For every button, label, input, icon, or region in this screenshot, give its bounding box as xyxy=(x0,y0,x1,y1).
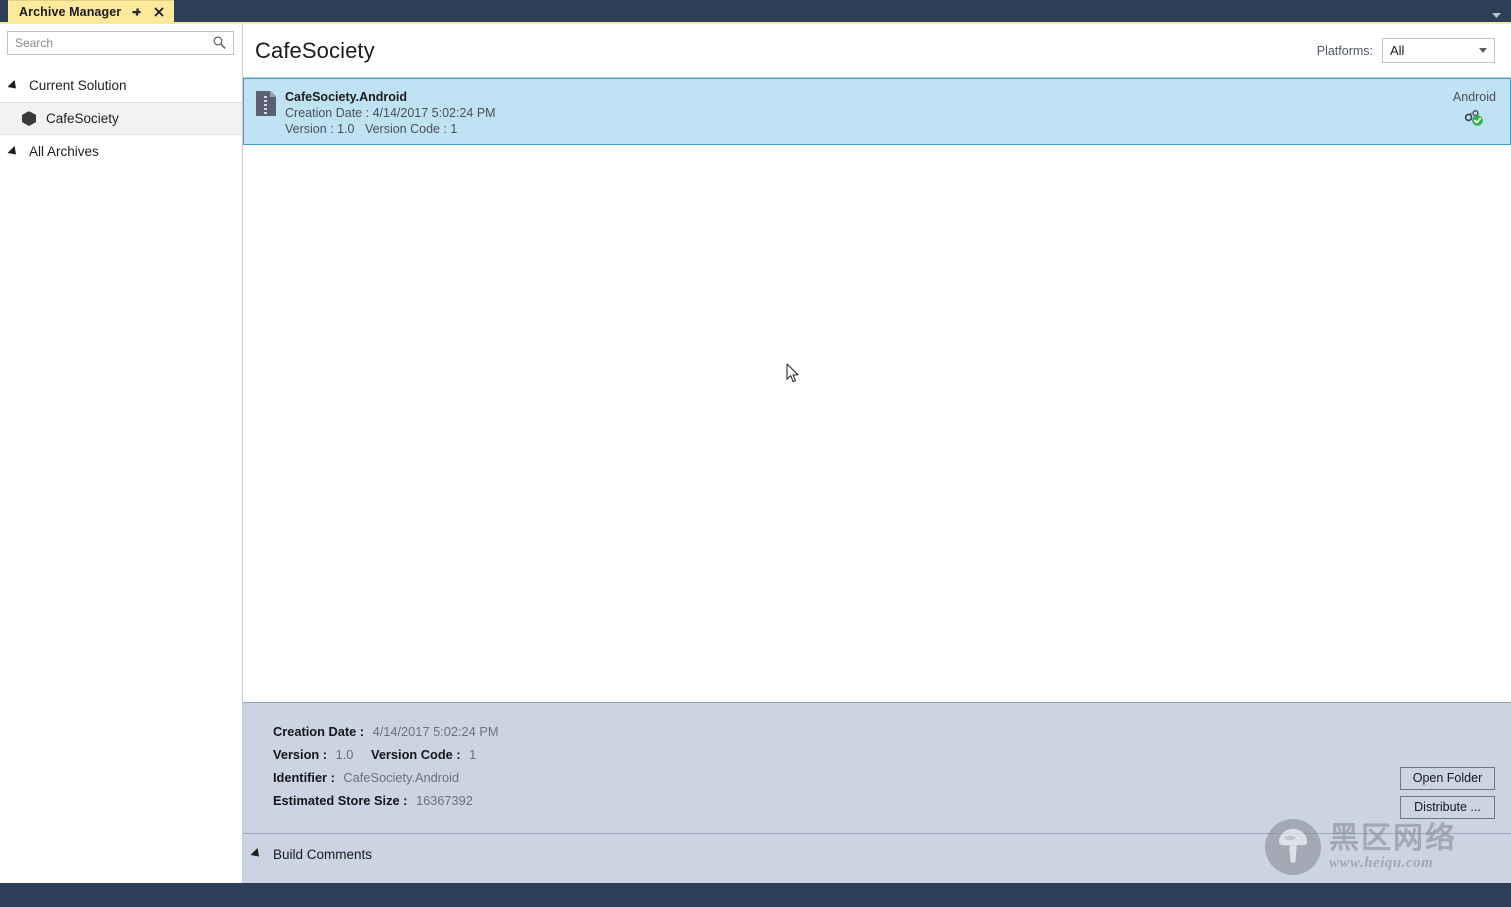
detail-label: Identifier : xyxy=(273,770,335,785)
tab-label: Archive Manager xyxy=(19,5,122,19)
version-code-label: Version Code : xyxy=(364,122,447,136)
search-box[interactable] xyxy=(7,31,234,55)
version-label: Version : xyxy=(285,122,334,136)
archive-item-platform-block: Android xyxy=(1453,89,1496,127)
pin-icon[interactable] xyxy=(130,6,143,19)
detail-value: 4/14/2017 5:02:24 PM xyxy=(372,724,499,739)
detail-row-version: Version : 1.0 Version Code : 1 xyxy=(273,743,1400,766)
build-comments-label: Build Comments xyxy=(273,847,373,862)
search-icon[interactable] xyxy=(212,35,227,50)
archive-tree: Current Solution CafeSociety All Archive… xyxy=(0,69,242,168)
sidebar-item-current-solution[interactable]: Current Solution xyxy=(0,69,242,102)
archive-list: CafeSociety.Android Creation Date : 4/14… xyxy=(243,77,1511,702)
document-tab-strip: Archive Manager xyxy=(0,0,1511,24)
detail-label-version-code: Version Code : xyxy=(370,747,461,762)
detail-value: CafeSociety.Android xyxy=(343,770,460,785)
detail-row-identifier: Identifier : CafeSociety.Android xyxy=(273,766,1400,789)
platform-filter: Platforms: All xyxy=(1317,38,1495,63)
version-code-value: 1 xyxy=(450,122,458,136)
page-title: CafeSociety xyxy=(255,37,375,63)
window-body: Current Solution CafeSociety All Archive… xyxy=(0,24,1511,883)
sidebar-item-label: CafeSociety xyxy=(46,111,119,126)
detail-label: Estimated Store Size : xyxy=(273,793,408,808)
detail-label: Version : xyxy=(273,747,328,762)
sidebar-item-all-archives[interactable]: All Archives xyxy=(0,135,242,168)
close-icon[interactable] xyxy=(152,6,165,19)
archive-item-text: CafeSociety.Android Creation Date : 4/14… xyxy=(285,89,1441,137)
build-success-icon xyxy=(1464,109,1484,127)
detail-value: 1.0 xyxy=(335,747,354,762)
hexagon-project-icon xyxy=(22,111,36,126)
search-input[interactable] xyxy=(8,32,233,54)
detail-rows: Creation Date : 4/14/2017 5:02:24 PM Ver… xyxy=(273,720,1400,833)
archive-item-version-line: Version : 1.0 Version Code : 1 xyxy=(285,121,1441,137)
detail-value: 16367392 xyxy=(415,793,473,808)
archive-manager-window: Archive Manager Search Current Solution … xyxy=(0,0,1511,907)
detail-label: Creation Date : xyxy=(273,724,365,739)
archive-item-name: CafeSociety.Android xyxy=(285,90,408,104)
platforms-label: Platforms: xyxy=(1316,43,1373,58)
sidebar-item-label: All Archives xyxy=(29,144,99,159)
creation-date-label: Creation Date : xyxy=(285,106,370,120)
detail-row-creation-date: Creation Date : 4/14/2017 5:02:24 PM xyxy=(273,720,1400,743)
detail-value-version-code: 1 xyxy=(469,747,477,762)
archive-details-pane: Creation Date : 4/14/2017 5:02:24 PM Ver… xyxy=(243,702,1511,833)
distribute-button[interactable]: Distribute ... xyxy=(1400,796,1495,819)
archive-item-creation-date: Creation Date : 4/14/2017 5:02:24 PM xyxy=(285,105,1441,121)
content-header: CafeSociety Platforms: All xyxy=(243,24,1511,77)
detail-row-store-size: Estimated Store Size : 16367392 xyxy=(273,789,1400,812)
content-pane: CafeSociety Platforms: All CafeSociety.A… xyxy=(243,24,1511,883)
tab-archive-manager[interactable]: Archive Manager xyxy=(8,0,175,23)
platforms-selected-value: All xyxy=(1390,43,1405,58)
platforms-dropdown[interactable]: All xyxy=(1382,38,1495,63)
build-comments-section[interactable]: Build Comments xyxy=(243,833,1511,883)
window-bottom-strip xyxy=(0,883,1511,907)
triangle-expanded-icon[interactable] xyxy=(7,79,20,92)
sidebar-item-label: Current Solution xyxy=(29,78,127,93)
detail-actions: Open Folder Distribute ... xyxy=(1400,767,1495,833)
open-folder-button[interactable]: Open Folder xyxy=(1400,767,1495,790)
chevron-down-icon[interactable] xyxy=(1479,48,1487,53)
creation-date-value: 4/14/2017 5:02:24 PM xyxy=(372,106,496,120)
version-value: 1.0 xyxy=(337,122,355,136)
sidebar-item-cafesociety[interactable]: CafeSociety xyxy=(0,102,242,135)
sidebar: Current Solution CafeSociety All Archive… xyxy=(0,24,243,883)
triangle-expanded-icon[interactable] xyxy=(7,145,20,158)
triangle-expanded-icon[interactable] xyxy=(250,847,263,861)
archive-item-platform: Android xyxy=(1452,90,1496,104)
archive-list-item[interactable]: CafeSociety.Android Creation Date : 4/14… xyxy=(243,78,1511,145)
zip-archive-icon xyxy=(256,91,276,116)
chevron-down-icon[interactable] xyxy=(1491,7,1502,18)
